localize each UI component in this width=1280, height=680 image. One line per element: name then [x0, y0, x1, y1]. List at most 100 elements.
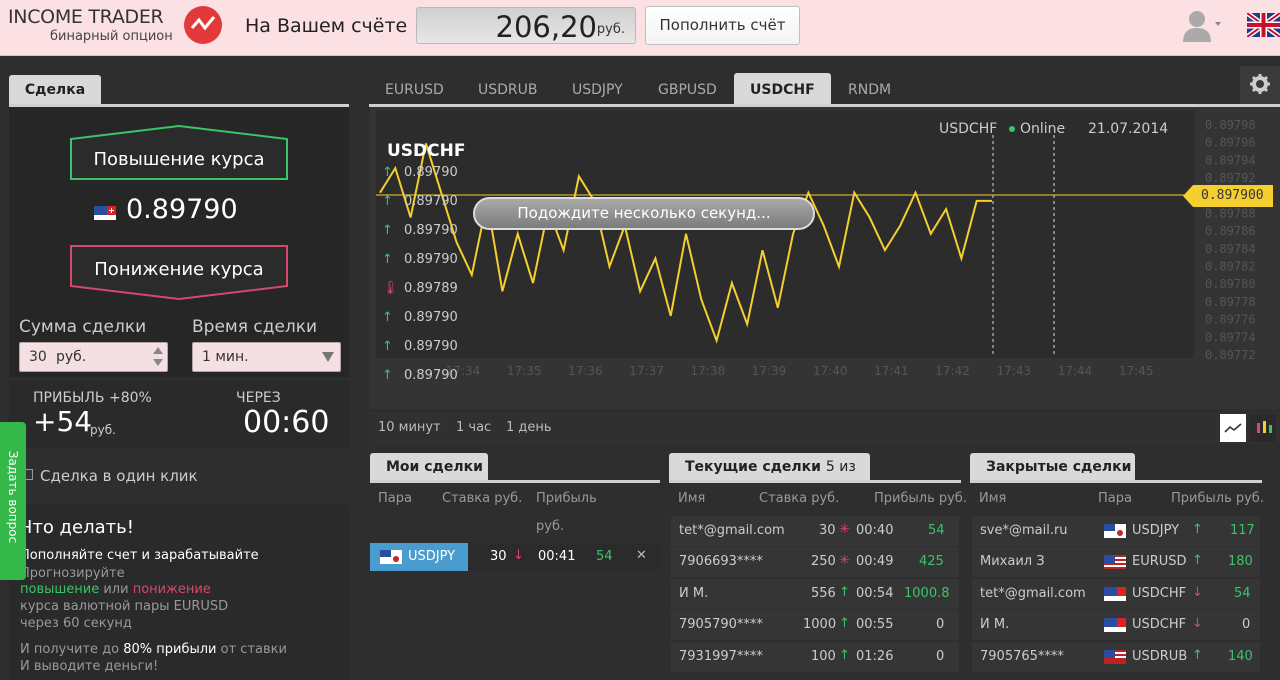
up-arrow-icon: ↑: [1192, 553, 1203, 568]
table-row[interactable]: Михаил З EURUSD ↑ 180: [972, 547, 1260, 577]
user-icon[interactable]: [1182, 8, 1221, 42]
table-row[interactable]: tet*@gmail.com USDCHF ↓ 54: [972, 579, 1260, 609]
col-profit: Прибыль: [536, 491, 597, 506]
tick-value: 0.89789: [404, 281, 458, 296]
brand-title[interactable]: INCOME TRADER: [8, 6, 164, 28]
logo-chart-icon[interactable]: [184, 6, 222, 44]
up-arrow-icon: ↑: [382, 368, 393, 383]
tab-usdrub[interactable]: USDRUB: [462, 73, 554, 105]
y-tick-label: 0.89798: [1205, 118, 1256, 132]
deal-profit: 54: [928, 523, 945, 538]
line-chart-icon[interactable]: [1220, 414, 1246, 442]
through-label: ЧЕРЕЗ: [236, 390, 281, 406]
col-profit: Прибыль руб.: [1171, 491, 1264, 506]
chart-info-pair: USDCHF: [939, 121, 998, 137]
chart-pair: USDCHF: [387, 141, 466, 161]
y-tick-label: 0.89788: [1205, 206, 1256, 220]
time-select[interactable]: 1 мин.: [192, 342, 341, 372]
table-row[interactable]: 7931997**** 100 ↑ 01:26 0: [671, 642, 959, 672]
up-arrow-icon: ↑: [382, 223, 393, 238]
table-row[interactable]: tet*@gmail.com 30 ✳ 00:40 54: [671, 516, 959, 546]
usdjpy-flag-icon: [1104, 524, 1126, 538]
x-tick-label: 17:40: [813, 364, 848, 378]
deal-profit: 1000.8: [904, 586, 950, 601]
tick-row: ↑ 0.89790: [382, 368, 492, 397]
tab-gbpusd[interactable]: GBPUSD: [642, 73, 733, 105]
account-label: На Вашем счёте: [245, 15, 408, 37]
col-stake: Ставка руб.: [759, 491, 840, 506]
deal-profit: 0: [936, 649, 945, 664]
deal-pair-cell: USDJPY: [370, 543, 468, 571]
deal-profit: 180: [1228, 554, 1253, 569]
profit-currency: руб.: [90, 423, 116, 437]
help-line: курса валютной пары EURUSD: [20, 599, 229, 614]
x-tick-label: 17:42: [935, 364, 970, 378]
deal-time: 01:26: [856, 649, 894, 664]
help-line: И выводите деньги!: [20, 659, 159, 674]
deal-pair: EURUSD: [1132, 554, 1187, 569]
current-deals-title[interactable]: Текущие сделки 5 из 12: [669, 453, 870, 503]
usdrub-flag-icon: [1104, 650, 1126, 664]
col-pair: Пара: [378, 491, 412, 506]
down-arrow-icon: ↓: [1192, 585, 1203, 600]
current-price-tag: 0.897900: [1183, 185, 1273, 207]
table-row[interactable]: 7905765**** USDRUB ↑ 140: [972, 642, 1260, 672]
loading-message: Подождите несколько секунд...: [473, 197, 815, 230]
tab-usdjpy[interactable]: USDJPY: [556, 73, 639, 105]
tab-rndm[interactable]: RNDM: [832, 73, 907, 105]
gear-icon[interactable]: [1240, 66, 1280, 104]
deal-pair: USDJPY: [408, 549, 456, 564]
oneclick-label[interactable]: Сделка в один клик: [40, 467, 198, 485]
table-row[interactable]: И М. USDCHF ↓ 0: [972, 610, 1260, 640]
time-label: Время сделки: [192, 317, 318, 337]
close-icon[interactable]: ✕: [636, 548, 647, 563]
profit-label: ПРИБЫЛЬ +80%: [33, 390, 152, 406]
deal-time: 00:40: [856, 523, 894, 538]
col-name: Имя: [979, 491, 1007, 506]
stepper-arrows-icon[interactable]: [152, 346, 164, 368]
tab-eurusd[interactable]: EURUSD: [369, 73, 460, 105]
closed-deals-title[interactable]: Закрытые сделки: [970, 453, 1135, 481]
y-tick-label: 0.89782: [1205, 260, 1256, 274]
table-row[interactable]: sve*@mail.ru USDJPY ↑ 117: [972, 516, 1260, 546]
my-deals-title[interactable]: Мои сделки: [370, 453, 488, 481]
y-tick-label: 0.89796: [1205, 136, 1256, 150]
topup-button[interactable]: Пополнить счёт: [645, 6, 800, 45]
tab-deal[interactable]: Сделка: [9, 75, 101, 105]
up-arrow-icon: ↑: [839, 616, 850, 631]
uk-flag-icon[interactable]: [1245, 10, 1280, 40]
deal-stake: 250: [811, 554, 836, 569]
deal-profit: 54: [596, 549, 613, 564]
candlestick-icon[interactable]: [1250, 414, 1276, 442]
help-profit: 80% прибыли: [123, 642, 217, 657]
up-arrow-icon: ↑: [1192, 522, 1203, 537]
table-row[interactable]: И М. 556 ↑ 00:54 1000.8: [671, 579, 959, 609]
y-tick-label: 0.89778: [1205, 295, 1256, 309]
amount-unit: руб.: [56, 349, 87, 365]
rise-button[interactable]: Повышение курса: [70, 125, 288, 180]
fall-button[interactable]: Понижение курса: [70, 245, 288, 300]
rise-button-label: Повышение курса: [93, 149, 265, 170]
tab-usdchf[interactable]: USDCHF: [734, 73, 831, 105]
deal-profit: 425: [919, 554, 944, 569]
amount-stepper[interactable]: 30 руб.: [19, 342, 168, 372]
ask-question-label[interactable]: Задать вопрос: [6, 422, 20, 572]
help-line: повышение или понижение: [20, 582, 211, 597]
price-chart[interactable]: 0.89798 0.89796 0.89794 0.89792 0.89790 0.897…: [370, 107, 1280, 409]
deal-profit: 0: [936, 617, 945, 632]
timeframe-10min[interactable]: 10 минут: [378, 420, 441, 435]
deal-time: 00:55: [856, 617, 894, 632]
deal-timer: 00:60: [243, 405, 330, 440]
chevron-down-icon: [322, 352, 334, 362]
deal-name: Михаил З: [980, 554, 1045, 569]
y-tick-label: 0.89792: [1205, 171, 1256, 185]
timeframe-1hour[interactable]: 1 час: [456, 420, 491, 435]
table-row[interactable]: 7905790**** 1000 ↑ 00:55 0: [671, 610, 959, 640]
timeframe-1day[interactable]: 1 день: [506, 420, 552, 435]
tick-row: ↑ 0.89790: [382, 252, 492, 281]
up-arrow-icon: ↑: [382, 310, 393, 325]
y-tick-label: 0.89774: [1205, 330, 1256, 344]
tick-value: 0.89790: [404, 339, 458, 354]
profit-value: +54: [33, 405, 93, 438]
table-row[interactable]: 7906693**** 250 ✳ 00:49 425: [671, 547, 959, 577]
